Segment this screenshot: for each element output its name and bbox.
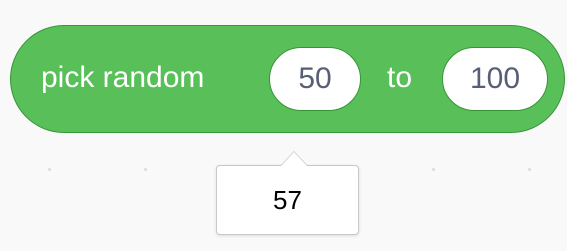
- to-label: to: [387, 61, 413, 94]
- grid-dot: [432, 168, 435, 171]
- result-value: 57: [273, 184, 302, 215]
- tooltip-arrow: [281, 152, 307, 166]
- grid-dot: [144, 168, 147, 171]
- result-tooltip: 57: [216, 165, 359, 235]
- code-workspace[interactable]: pick random 50 to 100 57: [0, 0, 567, 251]
- pick-random-block[interactable]: pick random 50 to 100: [10, 25, 565, 133]
- block-label: pick random: [41, 61, 205, 94]
- grid-dot: [48, 168, 51, 171]
- grid-dot: [528, 168, 531, 171]
- from-value-input[interactable]: 50: [269, 47, 361, 111]
- to-value-input[interactable]: 100: [442, 47, 548, 111]
